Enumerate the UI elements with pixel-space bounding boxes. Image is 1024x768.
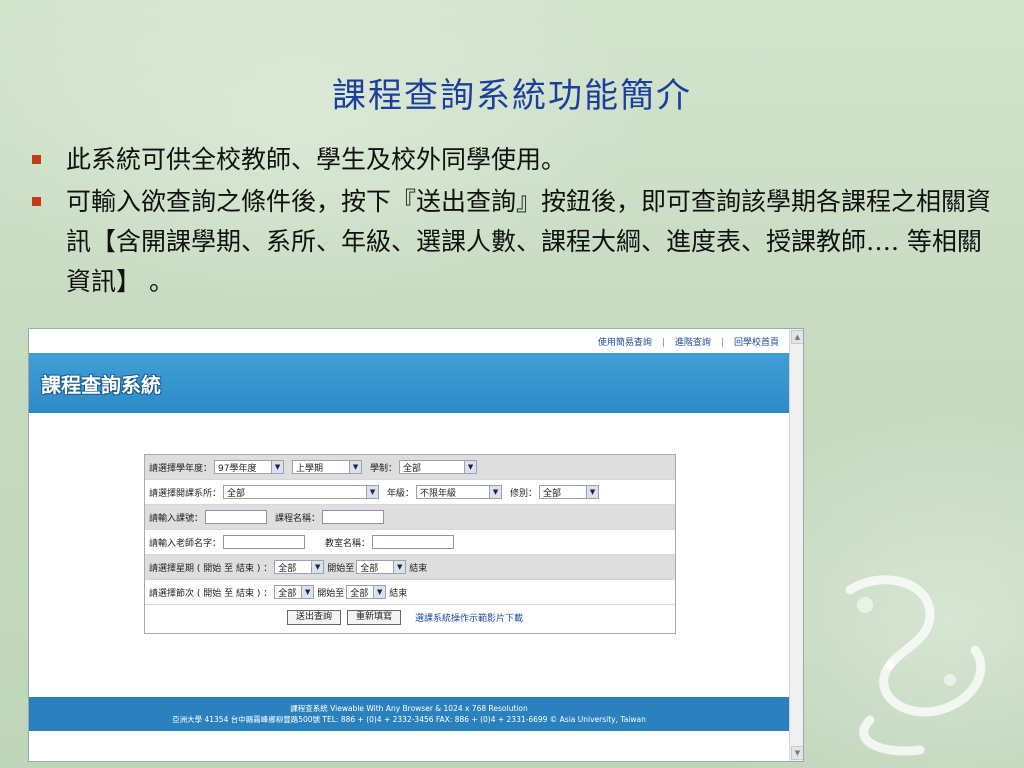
course-number-input[interactable] (205, 510, 268, 524)
weekday-end-select[interactable]: 全部 ▼ (356, 560, 407, 574)
chevron-down-icon: ▼ (301, 586, 314, 598)
bullet-text: 此系統可供全校教師、學生及校外同學使用。 (66, 145, 567, 174)
course-query-screenshot: 使用簡易查詢 | 進階查詢 | 回學校首頁 課程查詢系統 請選擇學年度： 97學年度 ▼ … (28, 328, 804, 762)
chevron-down-icon: ▼ (311, 561, 324, 573)
type-select[interactable]: 全部 ▼ (539, 485, 600, 499)
teacher-label: 請輸入老師名字： (149, 538, 222, 549)
period-end-label: 結束 (389, 588, 408, 599)
form-row-buttons: 送出查詢 重新填寫 選課系統操作示範影片下載 (145, 605, 675, 630)
chevron-down-icon: ▼ (373, 586, 386, 598)
weekday-label: 請選擇星期 ( 開始 至 結束 ) ： (149, 563, 273, 574)
dept-label: 請選擇開課系所： (149, 488, 222, 499)
weekday-start-to-label: 開始至 (327, 563, 355, 574)
form-row-period: 請選擇節次 ( 開始 至 結束 ) ： 全部 ▼ 開始至 全部 ▼ 結束 (145, 580, 675, 605)
room-label: 教室名稱： (325, 538, 371, 549)
form-row-teacher: 請輸入老師名字： 教室名稱： (145, 530, 675, 555)
chevron-down-icon: ▼ (271, 461, 284, 473)
simple-query-link[interactable]: 使用簡易查詢 (598, 338, 652, 348)
bullet-square-icon (32, 155, 41, 164)
vertical-scrollbar[interactable]: ▲ ▼ (789, 329, 803, 761)
header-banner: 課程查詢系統 (29, 353, 789, 413)
submit-query-button[interactable]: 送出查詢 (287, 610, 342, 625)
teacher-input[interactable] (223, 535, 306, 549)
period-label: 請選擇節次 ( 開始 至 結束 ) ： (149, 588, 273, 599)
system-label: 學制： (370, 463, 398, 474)
dragon-jade-motif-icon (845, 575, 986, 756)
form-row-course: 請輸入課號： 課程名稱： (145, 505, 675, 530)
year-select[interactable]: 97學年度 ▼ (214, 460, 285, 474)
course-name-label: 課程名稱： (275, 513, 321, 524)
form-row-dept: 請選擇開課系所： 全部 ▼ 年級： 不限年級 ▼ 修別： 全部 ▼ (145, 480, 675, 505)
type-label: 修別： (510, 488, 538, 499)
grade-label: 年級： (387, 488, 415, 499)
footer-line-1: 課程查系統 Viewable With Any Browser & 1024 x… (290, 704, 528, 713)
reset-form-button[interactable]: 重新填寫 (347, 610, 402, 625)
form-row-year: 請選擇學年度： 97學年度 ▼ 上學期 ▼ 學制： 全部 ▼ (145, 455, 675, 480)
slide-title: 課程查詢系統功能簡介 (332, 76, 692, 116)
scroll-up-arrow-icon[interactable]: ▲ (791, 330, 803, 344)
advanced-query-link[interactable]: 進階查詢 (675, 338, 711, 348)
grade-select[interactable]: 不限年級 ▼ (416, 485, 503, 499)
tutorial-video-link[interactable]: 選課系統操作示範影片下載 (415, 611, 523, 624)
term-select[interactable]: 上學期 ▼ (292, 460, 363, 474)
dept-select[interactable]: 全部 ▼ (223, 485, 380, 499)
weekday-end-label: 結束 (409, 563, 428, 574)
period-start-select[interactable]: 全部 ▼ (274, 585, 315, 599)
footer-line-2: 亞洲大學 41354 台中縣霧峰鄉柳豐路500號 TEL: 886 + (0)4… (172, 715, 646, 724)
top-links: 使用簡易查詢 | 進階查詢 | 回學校首頁 (597, 338, 779, 348)
chevron-down-icon: ▼ (489, 486, 502, 498)
banner-title: 課程查詢系統 (41, 373, 161, 397)
form-row-weekday: 請選擇星期 ( 開始 至 結束 ) ： 全部 ▼ 開始至 全部 ▼ 結束 (145, 555, 675, 580)
page-footer: 課程查系統 Viewable With Any Browser & 1024 x… (29, 697, 789, 731)
query-form: 請選擇學年度： 97學年度 ▼ 上學期 ▼ 學制： 全部 ▼ 請選擇開課系所： 全部 ▼… (144, 454, 676, 634)
chevron-down-icon: ▼ (586, 486, 599, 498)
bullet-text: 可輸入欲查詢之條件後，按下『送出查詢』按鈕後，即可查詢該學期各課程之相關資訊【含… (66, 187, 992, 296)
chevron-down-icon: ▼ (464, 461, 477, 473)
course-number-label: 請輸入課號： (149, 513, 204, 524)
scroll-down-arrow-icon[interactable]: ▼ (791, 746, 803, 760)
chevron-down-icon: ▼ (393, 561, 406, 573)
bullet-list: 此系統可供全校教師、學生及校外同學使用。 可輸入欲查詢之條件後，按下『送出查詢』… (30, 140, 1000, 304)
period-end-select[interactable]: 全部 ▼ (346, 585, 387, 599)
bullet-item: 此系統可供全校教師、學生及校外同學使用。 (30, 140, 1000, 180)
system-select[interactable]: 全部 ▼ (399, 460, 478, 474)
room-input[interactable] (372, 535, 455, 549)
school-home-link[interactable]: 回學校首頁 (734, 338, 779, 348)
chevron-down-icon: ▼ (366, 486, 379, 498)
year-label: 請選擇學年度： (149, 463, 213, 474)
bullet-item: 可輸入欲查詢之條件後，按下『送出查詢』按鈕後，即可查詢該學期各課程之相關資訊【含… (30, 182, 1000, 302)
weekday-start-select[interactable]: 全部 ▼ (274, 560, 325, 574)
bullet-square-icon (32, 197, 41, 206)
course-name-input[interactable] (322, 510, 385, 524)
period-start-to-label: 開始至 (317, 588, 345, 599)
chevron-down-icon: ▼ (349, 461, 362, 473)
